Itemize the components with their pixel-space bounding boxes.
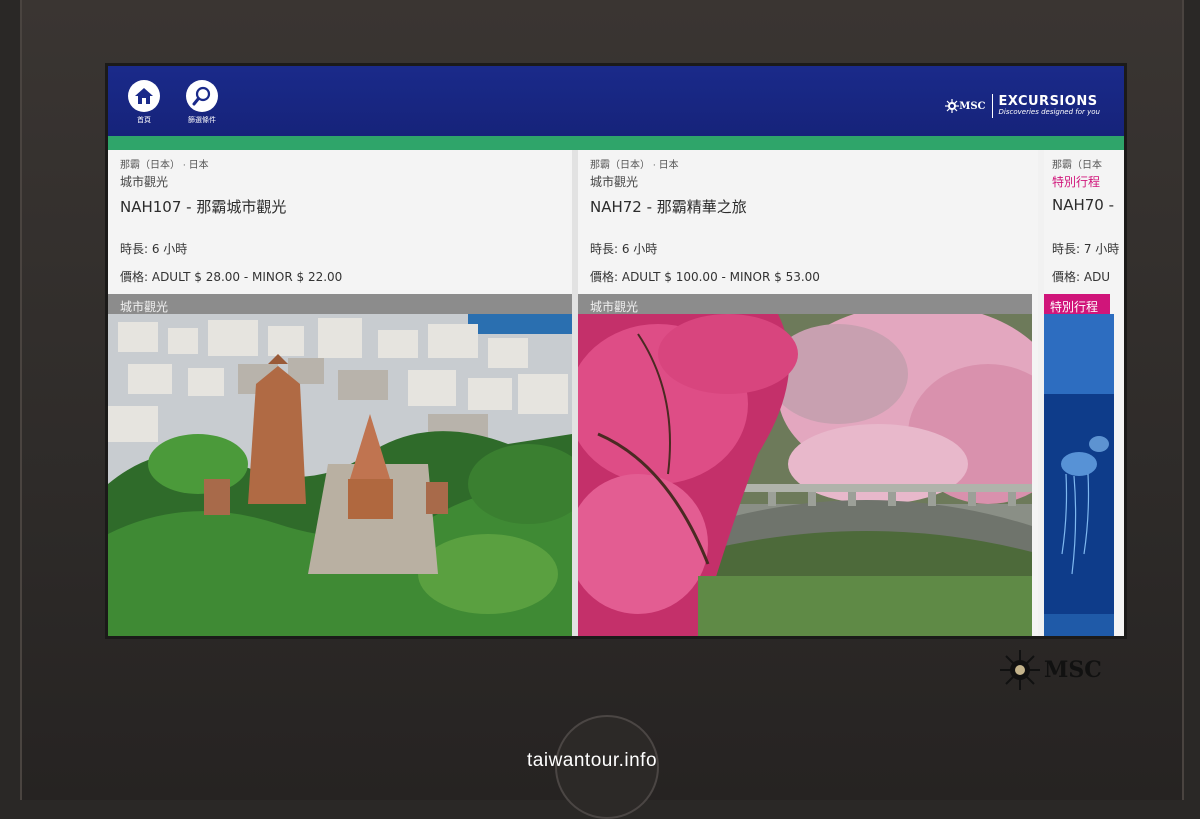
card-location: 那霸（日本） · 日本 — [120, 160, 209, 171]
card-price: 價格: ADULT $ 28.00 - MINOR $ 22.00 — [120, 270, 343, 284]
accent-stripe — [108, 136, 1124, 150]
filter-label: 篩選條件 — [188, 116, 216, 124]
card-title: NAH72 - 那霸精華之旅 — [590, 198, 747, 216]
compass-icon — [945, 99, 960, 113]
brand-divider — [991, 94, 993, 118]
brand-msc-text: MSC — [959, 100, 986, 112]
home-button[interactable]: 首頁 — [124, 80, 164, 125]
app-header: 首頁 篩選條件 MSC EXCURSIONS Discoveries desig… — [108, 66, 1124, 136]
excursion-card-nah70[interactable]: 那霸（日本 特別行程 NAH70 - 時長: 7 小時 價格: ADU 特別行程 — [1044, 150, 1124, 636]
card-title: NAH107 - 那霸城市觀光 — [120, 198, 287, 216]
card-photo-jellyfish — [1044, 314, 1114, 636]
card-photo-cherry-bridge — [578, 314, 1032, 636]
card-location: 那霸（日本） · 日本 — [590, 160, 679, 171]
compass-rose-icon — [1000, 650, 1040, 690]
card-title: NAH70 - — [1052, 196, 1115, 214]
brand-subtitle: Discoveries designed for you — [998, 108, 1100, 116]
msc-kiosk-text: MSC — [1044, 657, 1102, 683]
card-category: 特別行程 — [1052, 175, 1101, 189]
search-icon — [186, 80, 218, 112]
filter-button[interactable]: 篩選條件 — [182, 80, 222, 125]
msc-logo: MSC — [945, 99, 986, 113]
card-category: 城市觀光 — [590, 175, 639, 189]
brand-title: EXCURSIONS — [998, 94, 1098, 109]
card-duration: 時長: 6 小時 — [120, 242, 188, 256]
card-photo-city-temple — [108, 314, 572, 636]
excursion-card-nah72[interactable]: 那霸（日本） · 日本 城市觀光 NAH72 - 那霸精華之旅 時長: 6 小時… — [578, 150, 1038, 636]
home-icon — [128, 80, 160, 112]
excursion-card-nah107[interactable]: 那霸（日本） · 日本 城市觀光 NAH107 - 那霸城市觀光 時長: 6 小… — [108, 150, 572, 636]
card-location: 那霸（日本 — [1052, 160, 1102, 171]
card-category: 城市觀光 — [120, 175, 169, 189]
watermark: taiwantour.info — [527, 750, 658, 771]
card-duration: 時長: 7 小時 — [1052, 242, 1120, 256]
card-price: 價格: ADULT $ 100.00 - MINOR $ 53.00 — [590, 270, 820, 284]
excursions-logo: MSC EXCURSIONS Discoveries designed for … — [945, 94, 1100, 118]
card-duration: 時長: 6 小時 — [590, 242, 658, 256]
card-price: 價格: ADU — [1052, 270, 1111, 284]
kiosk-screen: 首頁 篩選條件 MSC EXCURSIONS Discoveries desig… — [108, 66, 1124, 636]
msc-kiosk-logo: MSC — [1000, 650, 1102, 690]
home-label: 首頁 — [137, 116, 151, 124]
